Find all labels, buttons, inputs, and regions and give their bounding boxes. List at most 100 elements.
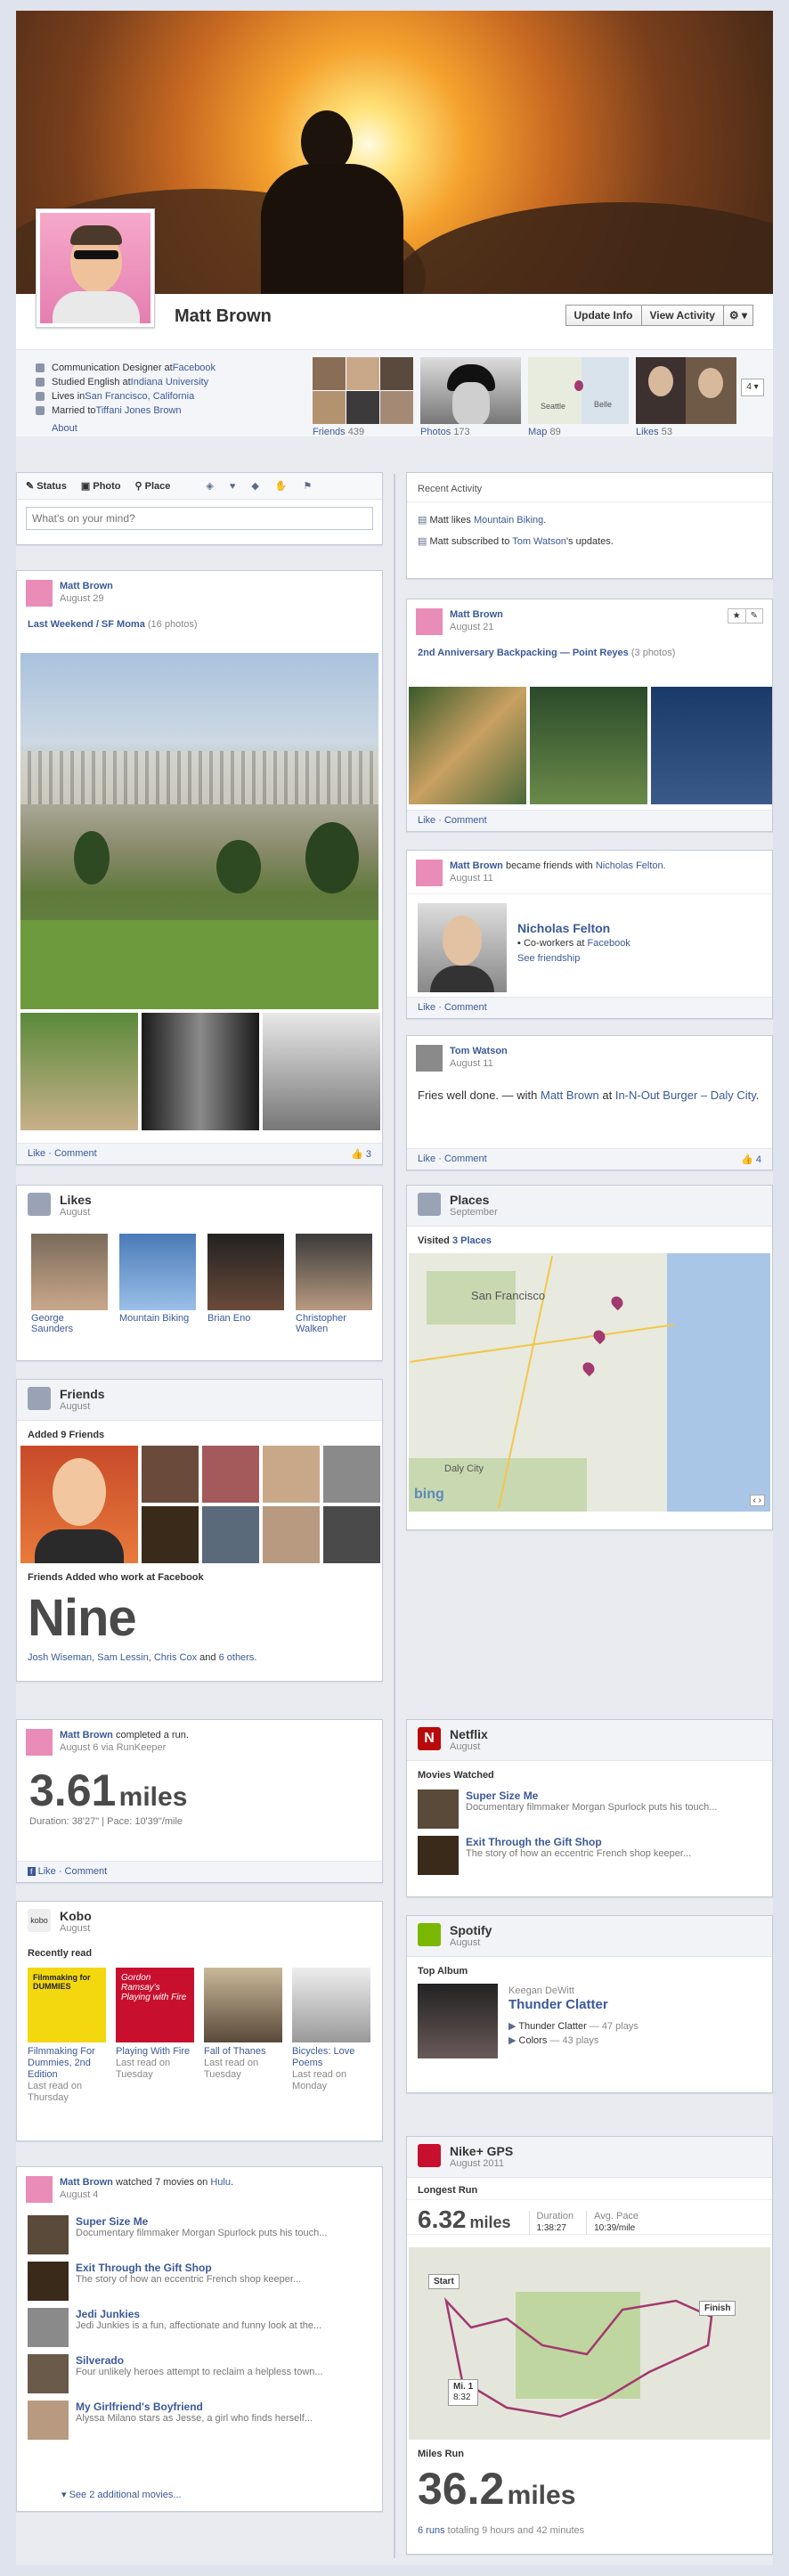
friend-thumb[interactable] [202,1446,259,1503]
bing-logo: bing [414,1487,444,1502]
thumbs-up-icon: 👍 [741,1154,753,1165]
status-input[interactable] [26,507,373,530]
places-map[interactable]: San Francisco Daly City bing ‹ › [409,1253,770,1512]
book-item[interactable]: Gordon Ramsay's Playing with Fire Playin… [116,1968,194,2104]
post-footer: f Like · Comment [17,1861,382,1882]
app-photos[interactable]: Photos 173 [420,357,521,437]
like-item[interactable]: Mountain Biking [119,1234,196,1334]
album-photo[interactable] [142,1013,259,1130]
recent-item: ▤ Matt likes Mountain Biking. [418,515,547,526]
info-work: Communication Designer at Facebook [36,361,216,375]
avatar[interactable] [416,860,443,886]
post-footer: Like · Comment [407,997,772,1018]
likes-count[interactable]: 👍 3 [351,1148,371,1160]
tab-status[interactable]: ✎ Status [26,480,67,492]
apps-more-button[interactable]: 4 ▾ [741,379,764,396]
album-photo[interactable] [409,687,526,804]
recent-activity-title: Recent Activity [407,473,772,502]
status-composer: ✎ Status ▣ Photo ⚲ Place ◈♥◆✋⚑ [16,472,383,545]
map-pin-icon[interactable] [590,1327,608,1345]
facebook-icon: f [28,1867,36,1876]
total-miles: 36.2 [418,2464,505,2514]
timeline-frame: Matt Brown Update Info View Activity ⚙ ▾… [16,11,773,2565]
friend-thumb[interactable] [263,1506,320,1563]
friend-thumb[interactable] [323,1446,380,1503]
graduation-icon [36,378,45,387]
album-photo[interactable] [651,687,772,804]
movie-item[interactable]: Super Size Me Documentary filmmaker Morga… [28,2215,371,2254]
composer-extra-icons[interactable]: ◈♥◆✋⚑ [206,480,328,492]
book-item[interactable]: Filmmaking for DUMMIES Filmmaking For Du… [28,1968,106,2104]
album-main-photo[interactable] [20,653,378,1009]
like-link[interactable]: Like [28,1148,45,1159]
avatar[interactable] [26,580,53,607]
recent-item: ▤ Matt subscribed to Tom Watson's update… [418,536,614,547]
update-info-button[interactable]: Update Info [565,305,642,326]
settings-menu-button[interactable]: ⚙ ▾ [723,305,753,326]
post-photo-album: Matt Brown August 21 ★ ✎ 2nd Anniversary … [406,599,773,832]
map-pin-icon [418,1193,441,1216]
map-pin-icon[interactable] [580,1359,598,1377]
post-photo-album: Matt Brown August 29 Last Weekend / SF Mo… [16,570,383,1165]
app-likes[interactable]: Likes 53 [636,357,736,437]
like-item[interactable]: George Saunders [31,1234,108,1334]
tab-photo[interactable]: ▣ Photo [81,480,121,492]
avatar[interactable] [416,1045,443,1072]
movie-item[interactable]: Exit Through the Gift Shop The story of h… [28,2262,371,2301]
star-icon[interactable]: ★ [728,609,746,623]
chevron-down-icon: ▾ [61,2490,67,2500]
album-title[interactable]: Last Weekend / SF Moma [28,619,145,630]
book-item[interactable]: Bicycles: Love Poems Last read on Monday [292,1968,370,2104]
comment-link[interactable]: Comment [54,1148,97,1159]
post-author[interactable]: Matt Brown [60,581,113,591]
see-more-movies-link[interactable]: See 2 additional movies... [69,2490,182,2500]
friend-name[interactable]: Nicholas Felton [517,921,630,936]
see-friendship-link[interactable]: See friendship [517,953,580,964]
profile-name[interactable]: Matt Brown [175,306,272,327]
friend-thumb[interactable] [202,1506,259,1563]
avatar[interactable] [416,608,443,635]
movie-item[interactable]: My Girlfriend's Boyfriend Alyssa Milano s… [28,2401,371,2440]
map-pin-icon[interactable] [608,1293,626,1311]
profile-info-strip: Communication Designer at Facebook Studi… [16,349,773,437]
recent-activity: Recent Activity ▤ Matt likes Mountain Bi… [406,472,773,579]
avatar[interactable] [26,1729,53,1756]
book-item[interactable]: Fall of Thanes Last read on Tuesday [204,1968,282,2104]
nike-box: Nike+ GPS August 2011 Longest Run 6.32 mi… [406,2136,773,2555]
friend-thumb[interactable] [323,1506,380,1563]
profile-picture[interactable] [36,208,155,328]
album-photo[interactable] [20,1013,138,1130]
like-item[interactable]: Brian Eno [207,1234,284,1334]
tab-place[interactable]: ⚲ Place [135,480,171,492]
post-runkeeper: Matt Brown completed a run. August 6 via … [16,1719,383,1883]
album-title[interactable]: Thunder Clatter [508,1998,639,2012]
map-arrows-icon[interactable]: ‹ › [749,1495,765,1506]
avatar[interactable] [26,2176,53,2203]
album-photo[interactable] [530,687,647,804]
movie-item[interactable]: Exit Through the Gift Shop The story of h… [418,1836,761,1875]
album-cover[interactable] [418,1984,498,2058]
track-item[interactable]: ▶ Thunder Clatter — 47 plays [508,2019,639,2034]
view-activity-button[interactable]: View Activity [641,305,724,326]
app-tiles: Friends 439 Photos 173 Seattle Belle Map… [313,357,736,437]
movie-item[interactable]: Jedi Junkies Jedi Junkies is a fun, affec… [28,2308,371,2347]
places-summary: Places September Visited 3 Places San Fra… [406,1185,773,1530]
movie-item[interactable]: Silverado Four unlikely heroes attempt to… [28,2354,371,2393]
friend-thumb[interactable] [263,1446,320,1503]
post-status: Tom Watson August 11 Fries well done. — w… [406,1035,773,1170]
about-link[interactable]: About [52,423,77,434]
like-item[interactable]: Christopher Walken [296,1234,372,1334]
app-friends[interactable]: Friends 439 [313,357,413,437]
likes-count[interactable]: 👍 4 [741,1153,761,1165]
track-item[interactable]: ▶ Colors — 43 plays [508,2034,639,2048]
app-map[interactable]: Seattle Belle Map 89 [528,357,629,437]
friend-photo[interactable] [418,903,507,992]
edit-icon[interactable]: ✎ [746,609,762,623]
friend-thumb[interactable] [142,1506,199,1563]
run-route-map[interactable]: Start Finish Mi. 1 8:32 [409,2247,770,2440]
album-photo[interactable] [263,1013,380,1130]
friend-thumb[interactable] [142,1446,199,1503]
friend-photo-large[interactable] [20,1446,138,1563]
movie-item[interactable]: Super Size Me Documentary filmmaker Morga… [418,1789,761,1829]
briefcase-icon [36,363,45,372]
